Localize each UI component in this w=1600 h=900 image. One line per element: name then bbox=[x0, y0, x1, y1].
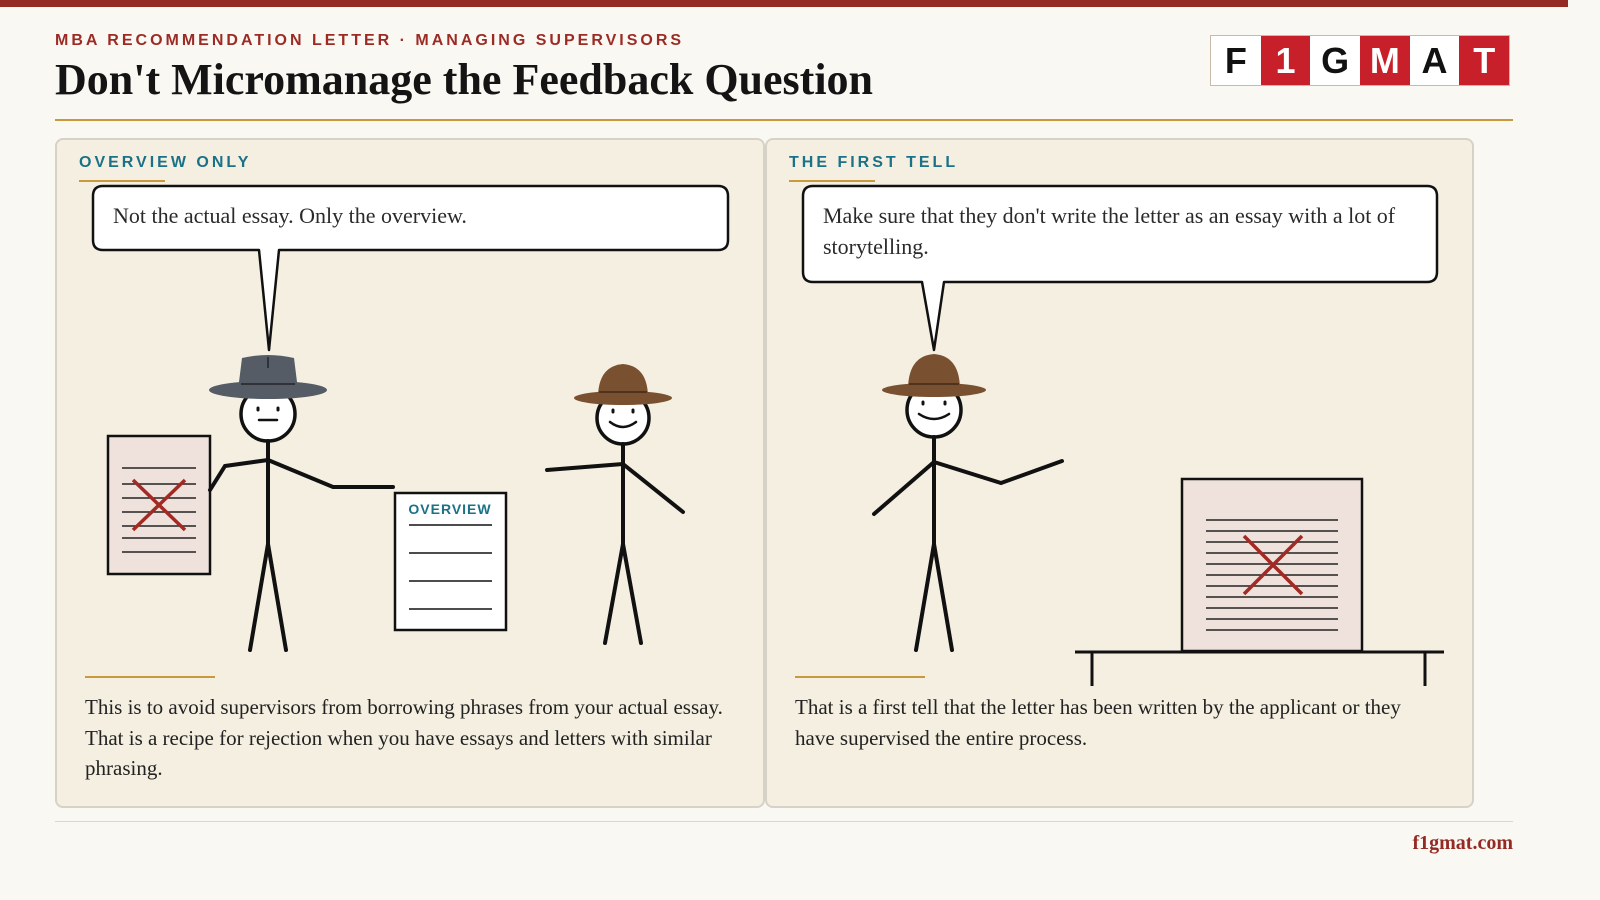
ranger-hat-icon bbox=[882, 354, 986, 397]
panel-body-text: That is a first tell that the letter has… bbox=[795, 695, 1401, 750]
panel-first-tell: THE FIRST TELL Make sure that they don't… bbox=[765, 138, 1474, 808]
page-title: Don't Micromanage the Feedback Question bbox=[55, 55, 874, 104]
applicant-figure-ranger bbox=[872, 381, 1064, 652]
ranger-hat-icon bbox=[574, 364, 672, 405]
panel-body-text: This is to avoid supervisors from borrow… bbox=[85, 695, 723, 780]
fedora-hat-icon bbox=[209, 355, 327, 399]
logo-letter: F bbox=[1224, 39, 1247, 81]
logo-letter: G bbox=[1321, 39, 1350, 81]
body-divider bbox=[795, 676, 925, 678]
table-icon bbox=[1075, 650, 1444, 686]
footer-site-link[interactable]: f1gmat.com bbox=[1412, 832, 1513, 855]
speech-bubble-text: Make sure that they don't write the lett… bbox=[823, 203, 1396, 259]
rejected-essay-icon bbox=[106, 434, 212, 576]
top-accent-bar bbox=[0, 0, 1568, 7]
applicant-figure-ranger bbox=[545, 390, 685, 645]
footer-divider bbox=[55, 821, 1513, 822]
logo-letter: A bbox=[1421, 39, 1448, 81]
overview-document-icon: OVERVIEW bbox=[393, 491, 508, 632]
rejected-essay-icon bbox=[1180, 477, 1364, 653]
logo-letter: T bbox=[1459, 36, 1510, 85]
f1gmat-logo[interactable]: F 1 G M A T bbox=[1210, 35, 1510, 86]
panel-overview-only: OVERVIEW ONLY OVERVIEW Not the actual es… bbox=[55, 138, 765, 808]
header-divider bbox=[55, 119, 1513, 121]
kicker-text: MBA RECOMMENDATION LETTER · MANAGING SUP… bbox=[55, 32, 685, 49]
speech-bubble-text: Not the actual essay. Only the overview. bbox=[113, 203, 467, 228]
logo-letter: 1 bbox=[1260, 36, 1311, 85]
logo-letter: M bbox=[1360, 36, 1410, 85]
body-divider bbox=[85, 676, 215, 678]
supervisor-figure-fedora bbox=[208, 385, 395, 652]
overview-doc-label: OVERVIEW bbox=[408, 501, 491, 517]
